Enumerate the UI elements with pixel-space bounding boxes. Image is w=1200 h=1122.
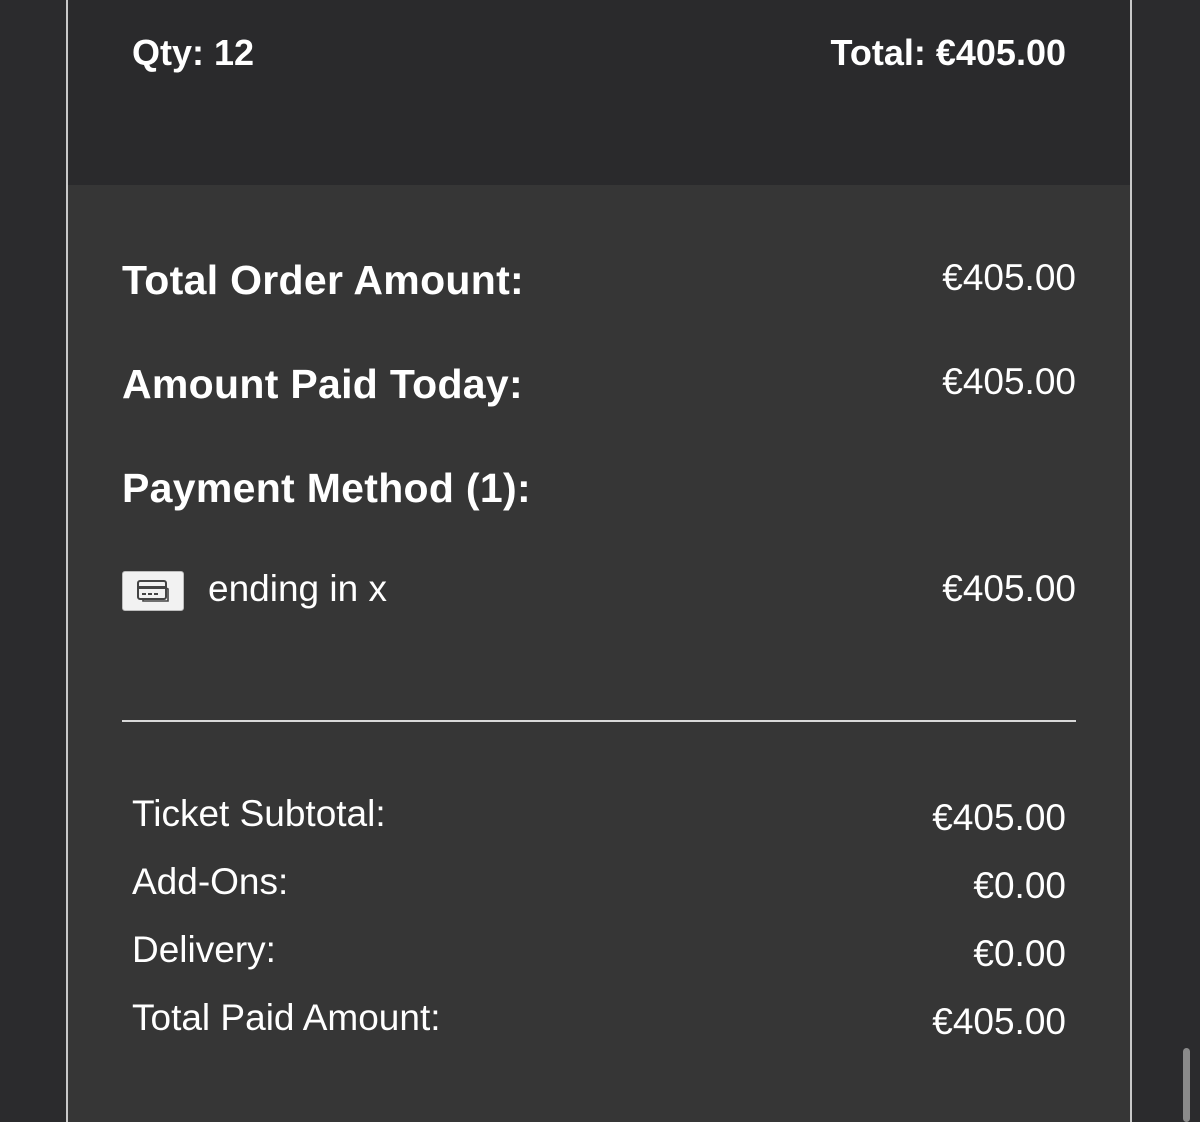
order-panel: Qty: 12 Total: €405.00 Total Order Amoun…: [66, 0, 1132, 1122]
quantity-label: Qty: 12: [132, 32, 255, 73]
breakdown-value: €0.00: [973, 933, 1066, 974]
payment-method-row: Payment Method (1):: [122, 465, 1076, 515]
breakdown-label: Add-Ons:: [132, 861, 289, 902]
payment-card-row: ending in x €405.00: [122, 568, 1076, 616]
breakdown-row-subtotal: Ticket Subtotal: €405.00: [132, 793, 1066, 839]
total-order-value: €405.00: [942, 257, 1076, 298]
breakdown-value: €405.00: [932, 1001, 1066, 1042]
credit-card-icon: [122, 571, 184, 611]
amount-paid-today-label: Amount Paid Today:: [122, 361, 523, 407]
breakdown-label: Delivery:: [132, 929, 276, 970]
payment-method-label: Payment Method (1):: [122, 465, 531, 511]
breakdown-value: €405.00: [932, 797, 1066, 838]
breakdown-row-delivery: Delivery: €0.00: [132, 929, 1066, 975]
item-total-label: Total: €405.00: [830, 32, 1066, 73]
divider: [122, 720, 1076, 722]
order-summary-page: Qty: 12 Total: €405.00 Total Order Amoun…: [0, 0, 1200, 1122]
total-order-row: Total Order Amount: €405.00: [122, 257, 1076, 307]
card-amount: €405.00: [942, 568, 1076, 609]
breakdown-label: Ticket Subtotal:: [132, 793, 386, 834]
card-ending-text: ending in x: [208, 568, 387, 609]
amount-paid-today-row: Amount Paid Today: €405.00: [122, 361, 1076, 411]
breakdown-row-add-ons: Add-Ons: €0.00: [132, 861, 1066, 907]
breakdown-value: €0.00: [973, 865, 1066, 906]
breakdown-row-total-paid: Total Paid Amount: €405.00: [132, 997, 1066, 1043]
order-item-footer: Qty: 12 Total: €405.00: [68, 0, 1130, 185]
total-order-label: Total Order Amount:: [122, 257, 525, 303]
breakdown-label: Total Paid Amount:: [132, 997, 441, 1038]
scrollbar[interactable]: [1183, 1048, 1190, 1122]
payment-summary: Total Order Amount: €405.00 Amount Paid …: [68, 185, 1130, 1122]
amount-paid-today-value: €405.00: [942, 361, 1076, 402]
